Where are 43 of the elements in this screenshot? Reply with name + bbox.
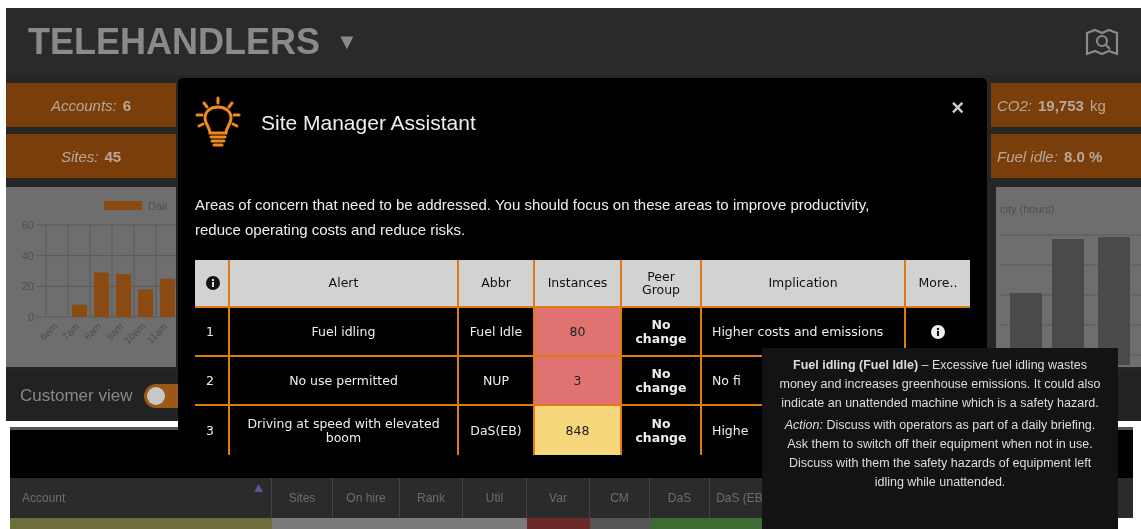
row-number: 2 <box>195 357 230 404</box>
info-icon <box>206 276 220 290</box>
column-header: Implication <box>702 260 906 306</box>
table-cell: No change <box>622 406 702 455</box>
column-header: Instances <box>535 260 622 306</box>
legend-swatch <box>104 201 142 210</box>
info-icon[interactable] <box>931 324 945 339</box>
dialog-description: Areas of concern that need to be addressed. You should focus on these areas to improve productivity, reduce operating costs and reduce risks. <box>195 195 871 240</box>
table-cell: 848 <box>535 406 622 455</box>
dropdown-caret[interactable]: ▼ <box>336 28 358 55</box>
column-header: Peer Group <box>622 260 702 306</box>
stat-label: Sites: <box>60 147 99 165</box>
lightbulb-icon <box>195 96 241 150</box>
table-cell: 3 <box>535 357 622 404</box>
stat-value: 6 <box>122 96 132 114</box>
chart-bar <box>160 278 175 317</box>
chart-bar <box>116 274 131 317</box>
stat-value: 45 <box>104 147 122 165</box>
row-number: 3 <box>195 406 230 455</box>
stat-value: 19,753 <box>1038 96 1084 114</box>
chart-bar <box>94 272 109 317</box>
table-cell: No change <box>622 357 702 404</box>
chart-bar <box>138 289 153 317</box>
table-cell: No change <box>622 308 702 355</box>
table-cell: No use permitted <box>230 357 459 404</box>
dialog-title: Site Manager Assistant <box>261 111 476 135</box>
row-number: 1 <box>195 308 230 355</box>
column-header: Abbr <box>459 260 535 306</box>
stat-label: Accounts: <box>50 96 117 114</box>
table-cell: Fuel idling <box>230 308 459 355</box>
page-title: TELEHANDLERS <box>28 20 320 63</box>
customer-view-label: Customer view <box>20 386 133 406</box>
close-button[interactable]: × <box>945 95 970 121</box>
stat-label: Fuel idle: <box>997 147 1058 165</box>
chart-bar <box>72 304 87 317</box>
column-header: More.. <box>917 274 959 293</box>
stat-value: 8.0 % <box>1063 147 1103 165</box>
column-header: Alert <box>230 260 459 306</box>
table-cell: 80 <box>535 308 622 355</box>
stat-label: CO2: <box>997 96 1032 114</box>
table-cell: Driving at speed with elevated boom <box>230 406 459 455</box>
map-search-icon[interactable] <box>1085 26 1119 57</box>
stat-unit: kg <box>1089 96 1106 114</box>
